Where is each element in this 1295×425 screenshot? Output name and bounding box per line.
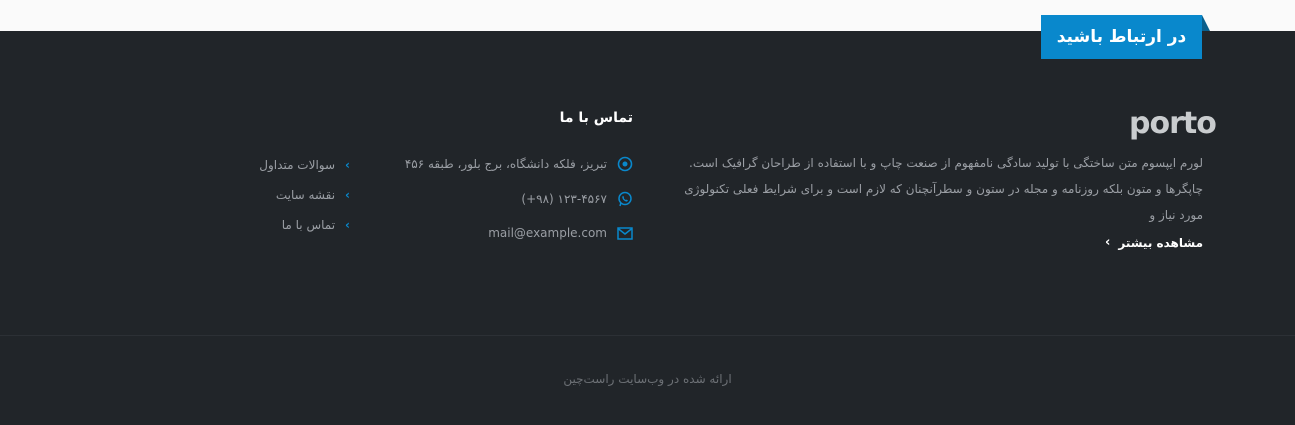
- contact-email[interactable]: mail@example.com: [488, 226, 633, 240]
- read-more-label: مشاهده بیشتر: [1118, 235, 1203, 250]
- porto-logo[interactable]: porto: [1129, 108, 1217, 140]
- contact-title: تماس با ما: [559, 110, 633, 126]
- email-text: mail@example.com: [488, 226, 607, 240]
- location-icon: [617, 156, 633, 172]
- phone-text: (+۹۸) ۱۲۳-۴۵۶۷: [521, 192, 607, 206]
- chevron-right-icon: ›: [345, 158, 350, 172]
- footer-links: › سوالات متداول › نقشه سایت › تماس با ما: [259, 150, 350, 240]
- footer: [0, 31, 1295, 425]
- chevron-left-icon: ›: [1105, 235, 1111, 250]
- contact-address: تبریز، فلکه دانشگاه، برج بلور، طبقه ۴۵۶: [405, 156, 633, 172]
- address-text: تبریز، فلکه دانشگاه، برج بلور، طبقه ۴۵۶: [404, 157, 607, 171]
- ribbon-fold: [1202, 15, 1210, 31]
- read-more-link[interactable]: مشاهده بیشتر ›: [1105, 235, 1203, 250]
- whatsapp-icon: [617, 191, 633, 207]
- link-label: سوالات متداول: [259, 158, 336, 172]
- copyright-text[interactable]: ارائه شده در وب‌سایت راست‌چین: [0, 372, 1295, 386]
- link-label: نقشه سایت: [275, 188, 336, 202]
- about-text: لورم ایپسوم متن ساختگی با تولید سادگی نا…: [684, 156, 1203, 222]
- chevron-right-icon: ›: [345, 218, 350, 232]
- link-sitemap[interactable]: › نقشه سایت: [259, 180, 350, 210]
- chevron-right-icon: ›: [345, 188, 350, 202]
- ribbon-label: در ارتباط باشید: [1056, 27, 1187, 47]
- link-label: تماس با ما: [281, 218, 336, 232]
- envelope-icon: [617, 226, 633, 240]
- link-contact[interactable]: › تماس با ما: [259, 210, 350, 240]
- contact-ribbon: در ارتباط باشید: [1041, 15, 1202, 59]
- link-faq[interactable]: › سوالات متداول: [259, 150, 350, 180]
- contact-phone[interactable]: (+۹۸) ۱۲۳-۴۵۶۷: [521, 191, 633, 207]
- footer-divider: [0, 335, 1295, 336]
